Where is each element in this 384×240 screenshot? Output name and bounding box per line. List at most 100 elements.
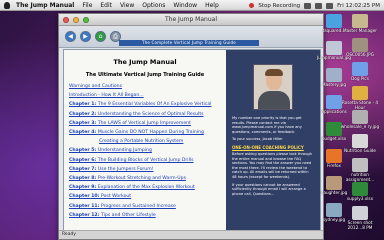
desktop-icon[interactable]: Master Manager [340, 14, 380, 33]
app-menu[interactable]: The Jump Manual [16, 2, 74, 9]
jump-manual-window: The Jump Manual ◀ ▶ ⌂ ⎙ The Complete Ver… [58, 13, 324, 240]
toc-link[interactable]: Introduction - How It All Began... [69, 93, 221, 99]
file-icon [352, 38, 368, 52]
toc-chapter-number: Chapter 1: [69, 102, 98, 108]
toc-chapter-number: Chapter 11: [69, 203, 102, 209]
toc-link-text: Warnings and Cautions [69, 84, 122, 89]
toc-link[interactable]: Chapter 10: Post Workout [69, 194, 221, 200]
menu-help[interactable]: Help [205, 2, 219, 9]
toc-link[interactable]: Chapter 11: Progress and Sustained Incre… [69, 204, 221, 210]
toc-link[interactable]: Chapter 4: Muscle Gains DO NOT Happen Du… [69, 130, 221, 136]
file-icon [352, 134, 368, 148]
toc-chapter-number: Chapter 10: [69, 194, 102, 200]
status-bar: Ready [59, 230, 323, 239]
desktop-icon[interactable]: nutrition assignment... [340, 158, 380, 182]
toc-link-text: Explanation of the Max Explosion Workout [97, 185, 195, 191]
toc-link[interactable]: Chapter 2: Understanding the Science of … [69, 112, 221, 118]
forward-arrow-icon[interactable]: ▶ [80, 31, 91, 42]
desktop-icon[interactable]: Nutrition Guide [340, 134, 380, 153]
toc-link[interactable]: Chapter 5: Understanding Jumping [69, 148, 221, 154]
author-sidebar: My number one priority is that you get r… [226, 50, 320, 230]
toc-link-text: Introduction - How It All Began... [69, 93, 144, 99]
desktop-icon-label: Rosetta Stone - 4 Hour [341, 100, 379, 110]
coaching-text: Before asking questions please look thro… [232, 151, 312, 179]
toc-link-text: The LAWS of Vertical Jump Improvement [97, 120, 191, 126]
toc-link-text: Creating a Portable Nutrition System [99, 139, 184, 145]
volume-icon[interactable] [315, 2, 323, 9]
menu-bar: The Jump Manual File Edit View Options W… [0, 0, 384, 11]
toc-link-text: Tips and Other Lifestyle [101, 212, 156, 218]
toc-link-text: Understanding Jumping [97, 148, 152, 154]
toc-chapter-number: Chapter 2: [69, 111, 98, 117]
toc-link-text: Post Workout [101, 194, 132, 200]
menu-edit[interactable]: Edit [100, 2, 112, 9]
zoom-button[interactable] [83, 16, 89, 23]
battery-icon[interactable] [326, 2, 334, 9]
stop-recording-label[interactable]: Stop Recording [258, 3, 300, 9]
toc-link-text: The Building Blocks of Vertical Jump Dri… [97, 157, 194, 163]
wifi-icon[interactable] [304, 2, 312, 9]
desktop-icon[interactable]: Dog Pics [340, 62, 380, 81]
toc-chapter-number: Chapter 5: [69, 148, 98, 154]
desktop-icon-label: Master Manager [343, 28, 377, 33]
back-arrow-icon[interactable]: ◀ [65, 31, 76, 42]
desktop-icon[interactable]: Rosetta Stone - 4 Hour [340, 86, 380, 110]
toolbar-banner: The Complete Vertical Jump Training Guid… [119, 40, 259, 46]
desktop-icon-label: Dog Pics [351, 76, 369, 81]
toc-chapter-number: Chapter 6: [69, 157, 98, 163]
file-icon [352, 14, 368, 28]
home-icon[interactable]: ⌂ [95, 31, 106, 42]
toc-chapter-number: Chapter 7: [69, 166, 98, 172]
author-photo [253, 64, 293, 110]
window-titlebar[interactable]: The Jump Manual [59, 14, 323, 26]
menu-window[interactable]: Window [173, 2, 197, 9]
toc-link[interactable]: Chapter 9: Explanation of the Max Explos… [69, 185, 221, 191]
desktop-icon-label: supply3.xlsx [346, 196, 374, 201]
toc-chapter-number: Chapter 8: [69, 176, 98, 182]
coaching-heading[interactable]: ONE-ON-ONE COACHING POLICY [232, 145, 314, 150]
desktop-icon[interactable]: Screen shot 2012...8 PM [340, 206, 380, 230]
toc-link[interactable]: Chapter 8: Pre-Workout Stretching and Wa… [69, 176, 221, 182]
recording-icon[interactable] [249, 3, 255, 8]
toc-link[interactable]: Chapter 3: The LAWS of Vertical Jump Imp… [69, 121, 221, 127]
toc-link[interactable]: Chapter 12: Tips and Other Lifestyle [69, 213, 221, 219]
toc-pane: The Jump Manual The Ultimate Vertical Ju… [64, 50, 226, 230]
desktop-icon[interactable]: wholesale_e ry.jpg [340, 110, 380, 129]
file-icon [352, 158, 368, 172]
file-icon [352, 86, 368, 100]
menu-options[interactable]: Options [142, 2, 165, 9]
toc-link[interactable]: Chapter 6: The Building Blocks of Vertic… [69, 158, 221, 164]
toc-link[interactable]: Chapter 1: The 9 Essential Variables Of … [69, 102, 221, 108]
desktop-icon-label: nutrition assignment... [345, 172, 375, 182]
content-area: The Jump Manual The Ultimate Vertical Ju… [63, 49, 321, 231]
toc-chapter-number: Chapter 9: [69, 185, 98, 191]
desktop-icon-label: wholesale_e ry.jpg [340, 124, 380, 129]
toc-link-text: The 9 Essential Variables Of An Explosiv… [97, 102, 212, 108]
minimize-button[interactable] [73, 16, 79, 23]
window-title: The Jump Manual [164, 16, 217, 23]
menu-view[interactable]: View [120, 2, 134, 9]
sidebar-more: If your questions cannot be answered suf… [232, 182, 306, 196]
desktop-icon-label: Nutrition Guide [344, 148, 376, 153]
close-button[interactable] [63, 16, 69, 23]
desktop-icon[interactable]: supply3.xlsx [340, 182, 380, 201]
table-of-contents: Warnings and Cautions Introduction - How … [69, 84, 221, 219]
toc-link[interactable]: Warnings and Cautions [69, 84, 221, 90]
desktop-icon[interactable]: OSC0056.JPG [340, 38, 380, 57]
toc-chapter-number: Chapter 4: [69, 130, 98, 136]
file-icon [352, 110, 368, 124]
menu-file[interactable]: File [82, 2, 92, 9]
toc-link-text: Progress and Sustained Increase [101, 203, 176, 209]
toolbar: ◀ ▶ ⌂ ⎙ The Complete Vertical Jump Train… [59, 26, 323, 48]
file-icon [352, 182, 368, 196]
toc-link-text: Use the Jumpers Forum! [97, 166, 154, 172]
menu-clock[interactable]: Fri 12:02:25 PM [337, 3, 380, 9]
apple-menu-icon[interactable] [4, 1, 10, 9]
desktop-icon-label: OSC0056.JPG [346, 52, 374, 57]
file-icon [352, 206, 368, 220]
toc-link[interactable]: Creating a Portable Nutrition System [69, 139, 221, 145]
file-icon [352, 62, 368, 76]
sidebar-closing: To your success, Jacob Hiller [232, 137, 283, 142]
toc-link[interactable]: Chapter 7: Use the Jumpers Forum! [69, 167, 221, 173]
toc-chapter-number: Chapter 3: [69, 120, 98, 126]
